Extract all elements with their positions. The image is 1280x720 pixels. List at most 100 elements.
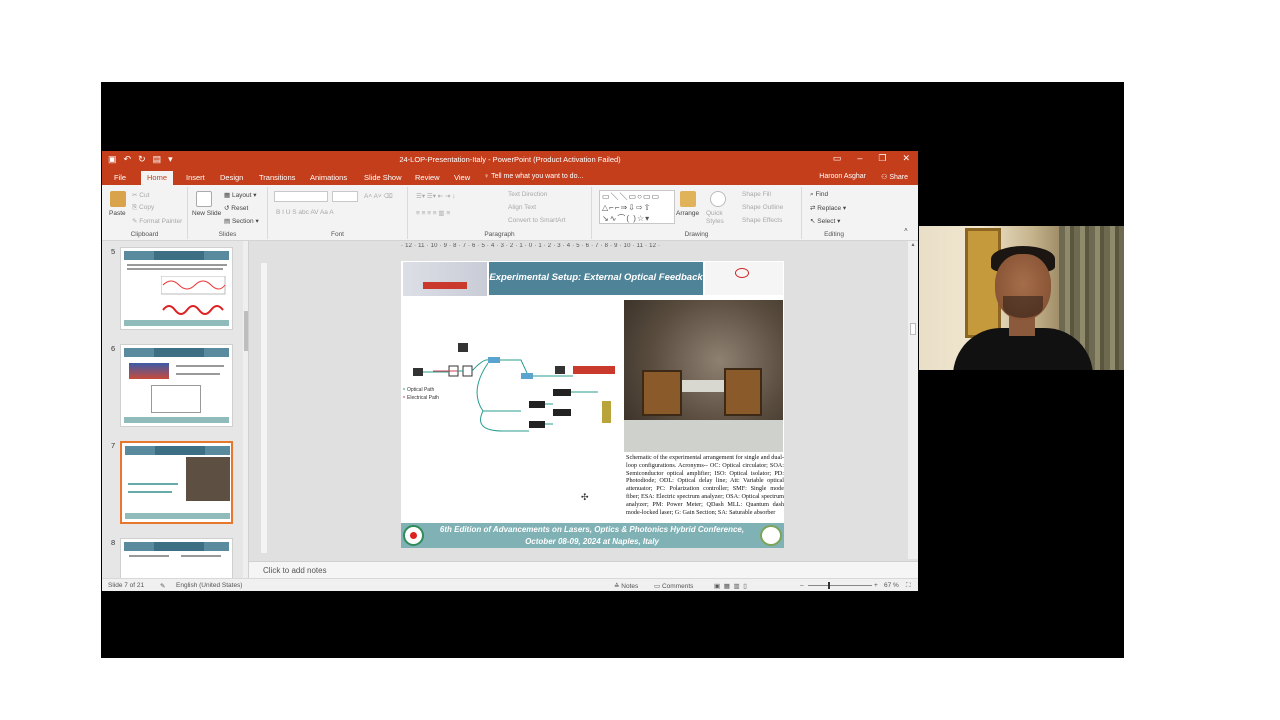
arrange-icon[interactable] <box>680 191 696 207</box>
share-button[interactable]: ⚇ Share <box>881 173 908 181</box>
qdash-mll-box <box>573 366 615 374</box>
tab-file[interactable]: File <box>108 171 132 185</box>
font-name-combo[interactable] <box>274 191 328 202</box>
slide-thumbnail-6[interactable] <box>120 344 233 427</box>
select-button[interactable]: ↖ Select ▾ <box>810 217 840 225</box>
text-direction-button[interactable]: Text Direction <box>508 191 547 198</box>
comments-toggle[interactable]: ▭ Comments <box>654 582 693 590</box>
font-size-combo[interactable] <box>332 191 358 202</box>
thumbnail-photo <box>186 457 230 501</box>
thumbnail-text-line <box>129 555 169 557</box>
replace-button[interactable]: ⇄ Replace ▾ <box>810 204 846 212</box>
thumbnail-header <box>125 446 230 455</box>
section-button[interactable]: ▤ Section ▾ <box>224 217 259 225</box>
cut-button[interactable]: ✂ Cut <box>132 191 149 199</box>
new-slide-icon[interactable] <box>196 191 212 207</box>
scroll-up-icon[interactable]: ▴ <box>908 241 918 248</box>
zoom-slider-knob[interactable] <box>828 582 830 589</box>
footer-line-2[interactable]: October 08-09, 2024 at Naples, Italy <box>431 536 753 548</box>
slides-group-label: Slides <box>218 231 237 238</box>
thumbnail-waveform <box>161 276 226 315</box>
slide-thumbnail-5[interactable] <box>120 247 233 330</box>
restore-icon[interactable]: ❐ <box>878 153 886 164</box>
tab-slide-show[interactable]: Slide Show <box>358 171 408 185</box>
paste-button[interactable]: Paste <box>109 210 126 217</box>
cut-label: Cut <box>139 192 150 199</box>
thumbnail-scroll-thumb[interactable] <box>244 311 248 351</box>
conference-logo-left <box>403 525 424 546</box>
smf-spool <box>553 389 571 396</box>
shape-effects-button[interactable]: Shape Effects <box>742 217 782 224</box>
tab-home[interactable]: Home <box>141 171 174 185</box>
quick-styles-button[interactable]: Quick Styles <box>706 210 736 226</box>
thumbnail-text-line <box>127 268 223 270</box>
slide-thumbnail-8[interactable] <box>120 538 233 578</box>
thumbnail-text-line <box>127 264 227 266</box>
shape-fill-button[interactable]: Shape Fill <box>742 191 771 198</box>
thumbnail-image <box>129 363 169 379</box>
tab-insert[interactable]: Insert <box>180 171 211 185</box>
find-button[interactable]: ⌕ Find <box>810 191 828 199</box>
arrange-button[interactable]: Arrange <box>676 210 699 217</box>
tell-me-search[interactable]: ♀ Tell me what you want to do... <box>484 173 583 180</box>
minimize-icon[interactable]: – <box>857 153 862 164</box>
editor-scrollbar[interactable]: ▴ <box>908 241 918 559</box>
close-icon[interactable]: ✕ <box>902 153 910 164</box>
zoom-out-icon[interactable]: – <box>800 582 804 589</box>
collapse-ribbon-icon[interactable]: ˄ <box>904 227 908 234</box>
new-slide-button[interactable]: New Slide <box>192 210 221 217</box>
window-controls: ▭ – ❐ ✕ <box>833 153 910 164</box>
current-slide[interactable]: Experimental Setup: External Optical Fee… <box>401 261 784 548</box>
paragraph-group: ☰▾ ☰▾ ⇤ ⇥ ↕ ≡ ≡ ≡ ≡ ▥ ≡ Text Direction A… <box>408 187 592 239</box>
notes-pane[interactable]: Click to add notes <box>249 561 918 578</box>
footer-line-1[interactable]: 6th Edition of Advancements on Lasers, O… <box>431 524 753 536</box>
editor-scroll-thumb[interactable] <box>910 323 916 335</box>
spellcheck-icon[interactable]: ✎ <box>160 582 165 590</box>
tab-design[interactable]: Design <box>214 171 249 185</box>
tab-view[interactable]: View <box>448 171 476 185</box>
notes-toggle-label: Notes <box>621 583 639 590</box>
tab-transitions[interactable]: Transitions <box>253 171 301 185</box>
reset-label: Reset <box>231 205 249 212</box>
quick-styles-icon[interactable] <box>710 191 726 207</box>
zoom-slider[interactable] <box>808 582 872 589</box>
coupler-box <box>521 373 533 379</box>
fit-slide-icon[interactable]: ⛶ <box>906 582 911 590</box>
paste-icon[interactable] <box>110 191 126 207</box>
thumbnail-text-line <box>181 555 221 557</box>
align-text-button[interactable]: Align Text <box>508 204 536 211</box>
tell-me-text: Tell me what you want to do... <box>491 173 584 180</box>
view-buttons[interactable]: ▣ ▦ ▥ ▯ <box>714 582 747 590</box>
convert-smartart-button[interactable]: Convert to SmartArt <box>508 217 565 224</box>
language-indicator[interactable]: English (United States) <box>176 582 242 589</box>
slide-title[interactable]: Experimental Setup: External Optical Fee… <box>489 272 703 283</box>
notes-toggle[interactable]: ≙ Notes <box>614 582 638 590</box>
user-name[interactable]: Haroon Asghar <box>819 173 866 180</box>
clipboard-group-label: Clipboard <box>130 231 159 238</box>
powerpoint-window: ▣ ↶ ↻ ▤ ▾ 24-LOP-Presentation-Italy - Po… <box>102 151 918 591</box>
tab-review[interactable]: Review <box>409 171 446 185</box>
presenter-webcam-video <box>919 226 1124 370</box>
thumbnail-header <box>124 348 229 357</box>
notes-placeholder[interactable]: Click to add notes <box>263 566 327 575</box>
power-meter <box>602 401 611 423</box>
shape-outline-button[interactable]: Shape Outline <box>742 204 783 211</box>
soa-box <box>555 366 565 374</box>
tab-animations[interactable]: Animations <box>304 171 353 185</box>
copy-button[interactable]: ⎘ Copy <box>132 204 154 212</box>
layout-button[interactable]: ▦ Layout ▾ <box>224 191 257 199</box>
list-buttons-icon[interactable]: ☰▾ ☰▾ ⇤ ⇥ ↕ <box>416 192 456 200</box>
zoom-in-icon[interactable]: + <box>874 582 878 589</box>
zoom-level[interactable]: 67 % <box>884 582 899 589</box>
shapes-gallery[interactable]: ▭＼＼▭○▭▭ △⌐⌐⇒⇩⇨⇧ ↘∿⌒( )☆▾ <box>599 190 675 224</box>
thumbnail-footer <box>124 417 229 423</box>
grow-shrink-font-icon[interactable]: A˄ A˅ ⌫ <box>364 192 393 200</box>
reset-button[interactable]: ↺ Reset <box>224 204 248 212</box>
fiber-components-image <box>705 262 783 295</box>
slide-thumbnail-7-selected[interactable] <box>120 441 233 524</box>
format-painter-button[interactable]: ✎ Format Painter <box>132 217 182 225</box>
figure-caption[interactable]: Schematic of the experimental arrangemen… <box>626 454 784 516</box>
font-format-buttons[interactable]: B I U S abc AV Aa A <box>276 209 334 216</box>
align-buttons-icon[interactable]: ≡ ≡ ≡ ≡ ▥ ≡ <box>416 209 450 217</box>
ribbon-display-options-icon[interactable]: ▭ <box>833 153 842 164</box>
